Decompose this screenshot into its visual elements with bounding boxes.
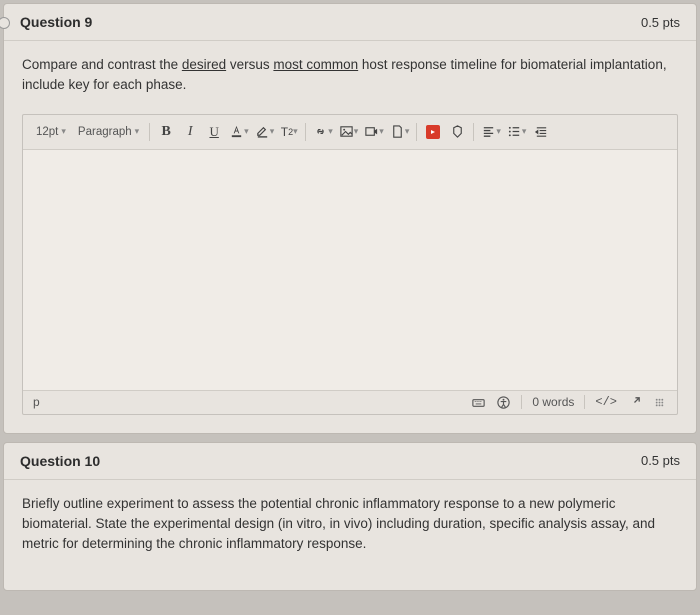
chevron-down-icon: ▾ [496, 126, 501, 137]
record-button[interactable] [422, 121, 444, 143]
indent-button[interactable] [530, 121, 552, 143]
question-9-header: Question 9 0.5 pts [4, 4, 696, 40]
chevron-down-icon: ▾ [379, 126, 384, 137]
prompt-underline-2: most common [273, 57, 358, 72]
bold-button[interactable]: B [155, 121, 177, 143]
html-view-button[interactable]: </> [595, 395, 617, 409]
toolbar-divider [473, 123, 474, 141]
keyboard-icon[interactable] [471, 395, 486, 410]
fullscreen-button[interactable] [627, 395, 642, 410]
prompt-underline-1: desired [182, 57, 226, 72]
question-9-body: Compare and contrast the desired versus … [4, 40, 696, 433]
apps-button[interactable] [446, 121, 468, 143]
question-10-points: 0.5 pts [641, 453, 680, 468]
element-path[interactable]: p [33, 395, 40, 409]
prompt-text: versus [226, 57, 273, 72]
rich-text-editor: 12pt ▾ Paragraph ▾ B I U ▾ [22, 114, 678, 415]
text-color-button[interactable]: ▾ [227, 121, 251, 143]
align-button[interactable]: ▾ [479, 121, 503, 143]
footer-divider [584, 395, 585, 409]
question-9-prompt: Compare and contrast the desired versus … [22, 55, 678, 96]
prompt-text: Compare and contrast the [22, 57, 182, 72]
paragraph-label: Paragraph [78, 126, 132, 138]
question-9-card: Question 9 0.5 pts Compare and contrast … [3, 3, 697, 434]
question-10-body: Briefly outline experiment to assess the… [4, 479, 696, 591]
editor-toolbar: 12pt ▾ Paragraph ▾ B I U ▾ [23, 115, 677, 150]
font-size-select[interactable]: 12pt ▾ [31, 124, 71, 140]
image-button[interactable]: ▾ [337, 121, 361, 143]
play-icon [426, 125, 440, 139]
toolbar-divider [149, 123, 150, 141]
toolbar-divider [305, 123, 306, 141]
superscript-button[interactable]: T2 ▾ [278, 121, 300, 143]
question-9-title: Question 9 [20, 14, 92, 30]
resize-handle[interactable] [652, 395, 667, 410]
footer-divider [521, 395, 522, 409]
font-size-label: 12pt [36, 126, 58, 138]
question-9-points: 0.5 pts [641, 15, 680, 30]
editor-footer: p 0 words </> [23, 390, 677, 414]
media-button[interactable]: ▾ [362, 121, 386, 143]
question-10-card: Question 10 0.5 pts Briefly outline expe… [3, 442, 697, 592]
chevron-down-icon: ▾ [293, 126, 298, 137]
italic-button[interactable]: I [179, 121, 201, 143]
superscript-label: T [281, 125, 288, 139]
link-button[interactable]: ▾ [311, 121, 335, 143]
chevron-down-icon: ▾ [405, 126, 410, 137]
word-count: 0 words [532, 395, 574, 409]
editor-textarea[interactable] [23, 150, 677, 390]
paragraph-select[interactable]: Paragraph ▾ [73, 124, 144, 140]
chevron-down-icon: ▾ [354, 126, 359, 137]
chevron-down-icon: ▾ [328, 126, 333, 137]
chevron-down-icon: ▾ [270, 126, 275, 137]
underline-button[interactable]: U [203, 121, 225, 143]
question-10-title: Question 10 [20, 453, 100, 469]
highlight-button[interactable]: ▾ [253, 121, 277, 143]
chevron-down-icon: ▾ [135, 126, 140, 137]
toolbar-divider [416, 123, 417, 141]
question-10-prompt: Briefly outline experiment to assess the… [22, 494, 678, 555]
list-button[interactable]: ▾ [505, 121, 529, 143]
chevron-down-icon: ▾ [244, 126, 249, 137]
question-10-header: Question 10 0.5 pts [4, 443, 696, 479]
chevron-down-icon: ▾ [522, 126, 527, 137]
chevron-down-icon: ▾ [61, 126, 66, 137]
document-button[interactable]: ▾ [388, 121, 412, 143]
accessibility-icon[interactable] [496, 395, 511, 410]
